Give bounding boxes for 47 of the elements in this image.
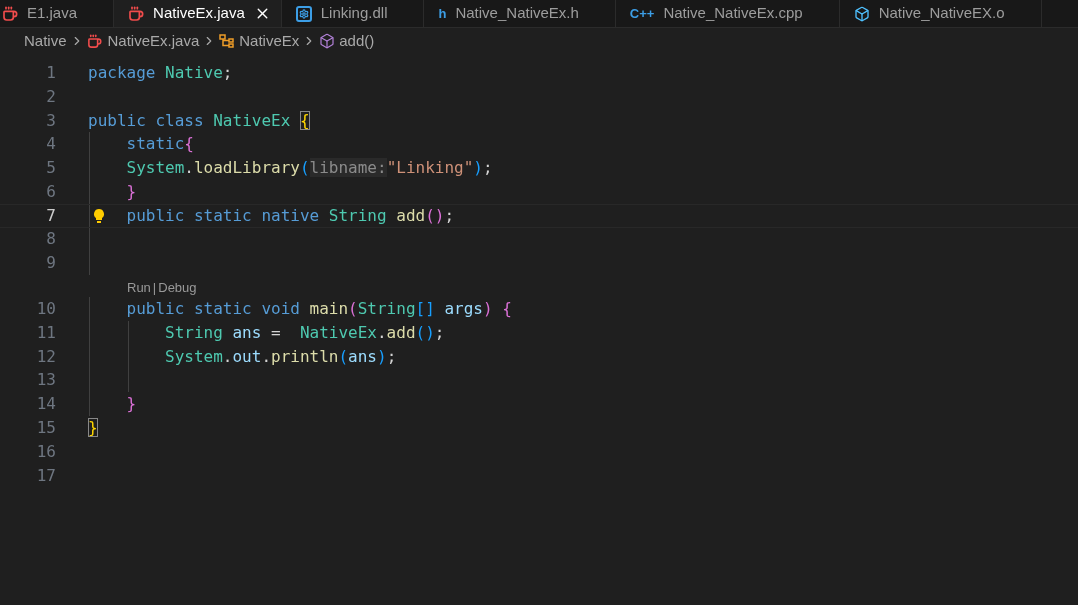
- file-type-icon: h: [438, 7, 447, 20]
- line-number: 6: [45, 180, 56, 203]
- cube-icon: [319, 33, 336, 49]
- code-line: String ans = NativeEx.add();: [165, 321, 445, 344]
- code-line: }: [126, 393, 137, 416]
- code-line: System.out.println(ans);: [165, 345, 397, 368]
- file-type-icon: C++: [629, 7, 655, 20]
- line-number: 1: [45, 61, 56, 84]
- code-line: public static native String add();: [126, 204, 455, 227]
- code-line: static{: [126, 133, 194, 156]
- class-icon: [219, 33, 236, 49]
- editor-tab[interactable]: E1.java: [0, 0, 115, 27]
- codelens-separator: |: [151, 278, 158, 297]
- line-number: 16: [35, 440, 56, 463]
- code-line: package Native;: [88, 61, 233, 84]
- codelens-link[interactable]: Debug: [158, 277, 197, 298]
- line-number: 14: [35, 393, 56, 416]
- gear-file-icon: [295, 5, 312, 22]
- code-line: }: [88, 417, 98, 440]
- editor-tab[interactable]: NativeEx.java: [114, 0, 282, 27]
- line-number: 13: [35, 369, 56, 392]
- codelens-link[interactable]: Run: [127, 277, 151, 298]
- cube-icon: [853, 5, 870, 22]
- coffee-cup-icon: [86, 33, 102, 49]
- line-number: 8: [45, 228, 56, 251]
- coffee-cup-icon: [2, 5, 18, 22]
- lightbulb-icon[interactable]: [92, 207, 106, 224]
- code-line: System.loadLibrary(libname:"Linking");: [126, 157, 493, 180]
- breadcrumb-item[interactable]: NativeEx: [239, 29, 300, 53]
- code-line: }: [126, 180, 137, 203]
- line-number: 5: [45, 157, 56, 180]
- line-number: 3: [45, 109, 56, 132]
- breadcrumb-item[interactable]: NativeEx.java: [107, 29, 200, 53]
- code-line: public class NativeEx {: [88, 109, 310, 132]
- line-number: 11: [35, 321, 56, 344]
- line-number: 15: [35, 417, 56, 440]
- line-number: 9: [45, 252, 56, 275]
- line-number: 12: [35, 345, 56, 368]
- line-number: 4: [45, 133, 56, 156]
- breadcrumb-item[interactable]: add(): [339, 29, 375, 53]
- coffee-cup-icon: [128, 5, 145, 22]
- code-line: public static void main(String[] args) {: [126, 298, 512, 321]
- line-number: 10: [35, 298, 56, 321]
- line-number: 17: [35, 464, 56, 487]
- breadcrumb-item[interactable]: Native: [24, 29, 67, 53]
- line-number: 7: [45, 204, 56, 227]
- line-number: 2: [45, 85, 56, 108]
